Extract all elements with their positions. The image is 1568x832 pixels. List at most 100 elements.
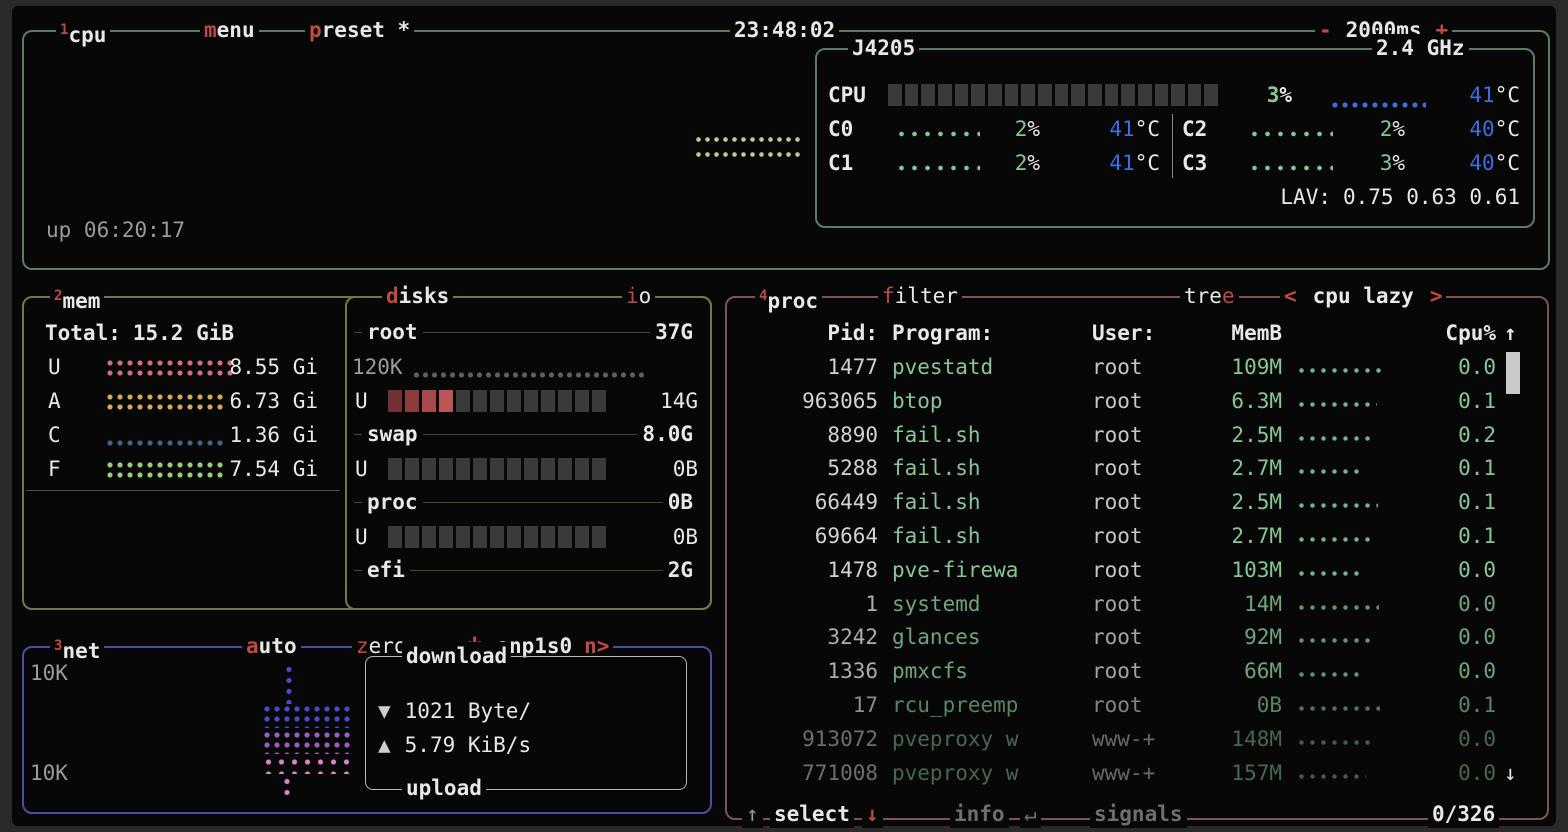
- process-row[interactable]: 3242 glances root 92M 0.0: [740, 622, 1496, 652]
- process-row[interactable]: 963065 btop root 6.3M 0.1: [740, 386, 1496, 416]
- io-mode-button[interactable]: io: [622, 282, 655, 310]
- process-name: pveproxy w: [878, 758, 1078, 788]
- select-label[interactable]: select: [770, 800, 854, 828]
- process-mem: 2.7M: [1190, 521, 1282, 551]
- mem-row-label: A: [48, 386, 61, 416]
- process-row[interactable]: 17 rcu_preemp root 0B 0.1: [740, 690, 1496, 720]
- process-cpu: 0.0: [1408, 656, 1496, 686]
- net-scale-top: 10K: [30, 658, 68, 688]
- core-graph: [1248, 162, 1333, 174]
- process-mem: 2.5M: [1190, 420, 1282, 450]
- info-button[interactable]: info: [950, 800, 1009, 828]
- process-row[interactable]: 1478 pve-firewa root 103M 0.0: [740, 555, 1496, 585]
- process-mem: 14M: [1190, 589, 1282, 619]
- process-cpu-graph: [1282, 386, 1408, 416]
- preset-button[interactable]: preset *: [305, 16, 414, 44]
- net-download-graph: [262, 702, 354, 728]
- disk-used-label: U: [355, 522, 368, 552]
- header-memb[interactable]: MemB: [1190, 318, 1282, 348]
- process-row[interactable]: 66449 fail.sh root 2.5M 0.1: [740, 487, 1496, 517]
- process-cpu: 0.1: [1408, 690, 1496, 720]
- proc-box-title[interactable]: 4proc: [755, 282, 822, 310]
- process-row[interactable]: 913072 pveproxy w www-+ 148M 0.0: [740, 724, 1496, 754]
- process-user: root: [1078, 589, 1190, 619]
- process-mem: 6.3M: [1190, 386, 1282, 416]
- disk-size: 37G: [650, 318, 698, 346]
- net-upload-graph: [282, 774, 292, 796]
- header-user[interactable]: User:: [1078, 318, 1190, 348]
- disk-size: 8.0G: [637, 420, 698, 448]
- process-cpu: 0.0: [1408, 589, 1496, 619]
- download-speed: ▼1021 Byte/: [378, 696, 531, 726]
- process-pid: 8890: [740, 420, 878, 450]
- download-arrow-icon: ▼: [378, 699, 391, 723]
- process-pid: 3242: [740, 622, 878, 652]
- proc-scrollbar-thumb[interactable]: [1506, 352, 1520, 394]
- process-cpu-graph: [1282, 521, 1408, 551]
- mem-box-title[interactable]: 2mem: [50, 282, 104, 310]
- process-cpu-graph: [1282, 420, 1408, 450]
- process-row[interactable]: 771008 pveproxy w www-+ 157M 0.0: [740, 758, 1496, 788]
- process-mem: 148M: [1190, 724, 1282, 754]
- process-name: fail.sh: [878, 521, 1078, 551]
- process-cpu: 0.1: [1408, 521, 1496, 551]
- header-pid[interactable]: Pid:: [740, 318, 878, 348]
- scroll-up-icon[interactable]: ↑: [1504, 318, 1517, 348]
- scroll-down-icon[interactable]: ↓: [1504, 758, 1517, 788]
- signals-button[interactable]: signals: [1090, 800, 1187, 828]
- net-upload-graph: [262, 728, 354, 754]
- upload-arrow-icon: ▲: [378, 733, 391, 757]
- net-auto-button[interactable]: auto: [242, 632, 301, 660]
- process-mem: 2.7M: [1190, 453, 1282, 483]
- process-mem: 2.5M: [1190, 487, 1282, 517]
- tree-toggle-button[interactable]: tree: [1180, 282, 1239, 310]
- process-pid: 5288: [740, 453, 878, 483]
- net-box-title[interactable]: 3net: [50, 632, 104, 660]
- process-row[interactable]: 1477 pvestatd root 109M 0.0: [740, 352, 1496, 382]
- disk-used-value: 0B: [610, 522, 698, 552]
- process-row[interactable]: 1336 pmxcfs root 66M 0.0: [740, 656, 1496, 686]
- core-graph: [895, 128, 980, 140]
- next-interface-button[interactable]: n>: [584, 634, 609, 658]
- core-label: C0: [828, 114, 853, 144]
- process-user: www-+: [1078, 724, 1190, 754]
- core-percent: 2%: [1345, 114, 1405, 144]
- process-row[interactable]: 5288 fail.sh root 2.7M 0.1: [740, 453, 1496, 483]
- disks-box-title[interactable]: disks: [382, 282, 453, 310]
- sort-next-button[interactable]: >: [1430, 284, 1443, 308]
- process-user: root: [1078, 386, 1190, 416]
- header-program[interactable]: Program:: [878, 318, 1078, 348]
- header-cpu[interactable]: Cpu%: [1408, 318, 1496, 348]
- load-average: LAV:0.75 0.63 0.61: [1160, 182, 1520, 212]
- sort-prev-button[interactable]: <: [1284, 284, 1297, 308]
- process-mem: 0B: [1190, 690, 1282, 720]
- sort-mode: cpu lazy: [1297, 284, 1430, 308]
- process-pid: 963065: [740, 386, 878, 416]
- process-mem: 66M: [1190, 656, 1282, 686]
- menu-button[interactable]: menu: [200, 16, 259, 44]
- process-row[interactable]: 1 systemd root 14M 0.0: [740, 589, 1496, 619]
- process-user: root: [1078, 453, 1190, 483]
- disk-section-proc: proc 0B: [352, 488, 700, 516]
- sort-selector: <cpu lazy>: [1280, 282, 1446, 310]
- process-cpu-graph: [1282, 656, 1408, 686]
- process-name: btop: [878, 386, 1078, 416]
- enter-key-icon[interactable]: ↵: [1020, 800, 1041, 828]
- process-user: root: [1078, 555, 1190, 585]
- cpu-box-title[interactable]: 1cpu: [56, 16, 110, 44]
- header-spacer: [1282, 318, 1408, 348]
- process-row[interactable]: 8890 fail.sh root 2.5M 0.2: [740, 420, 1496, 450]
- select-up-icon[interactable]: ↑: [742, 800, 763, 828]
- disk-used-meter: [388, 390, 606, 412]
- filter-button[interactable]: filter: [878, 282, 962, 310]
- process-name: pmxcfs: [878, 656, 1078, 686]
- clock: 23:48:02: [730, 16, 839, 44]
- process-cpu: 0.0: [1408, 352, 1496, 382]
- disk-io-value: 120K: [352, 352, 403, 382]
- select-down-icon[interactable]: ↓: [862, 800, 883, 828]
- process-user: root: [1078, 622, 1190, 652]
- process-row[interactable]: 69664 fail.sh root 2.7M 0.1: [740, 521, 1496, 551]
- mem-row-value: 8.55 Gi: [200, 352, 318, 382]
- interval-decrease-button[interactable]: -: [1319, 18, 1332, 42]
- disk-name: efi: [362, 556, 410, 584]
